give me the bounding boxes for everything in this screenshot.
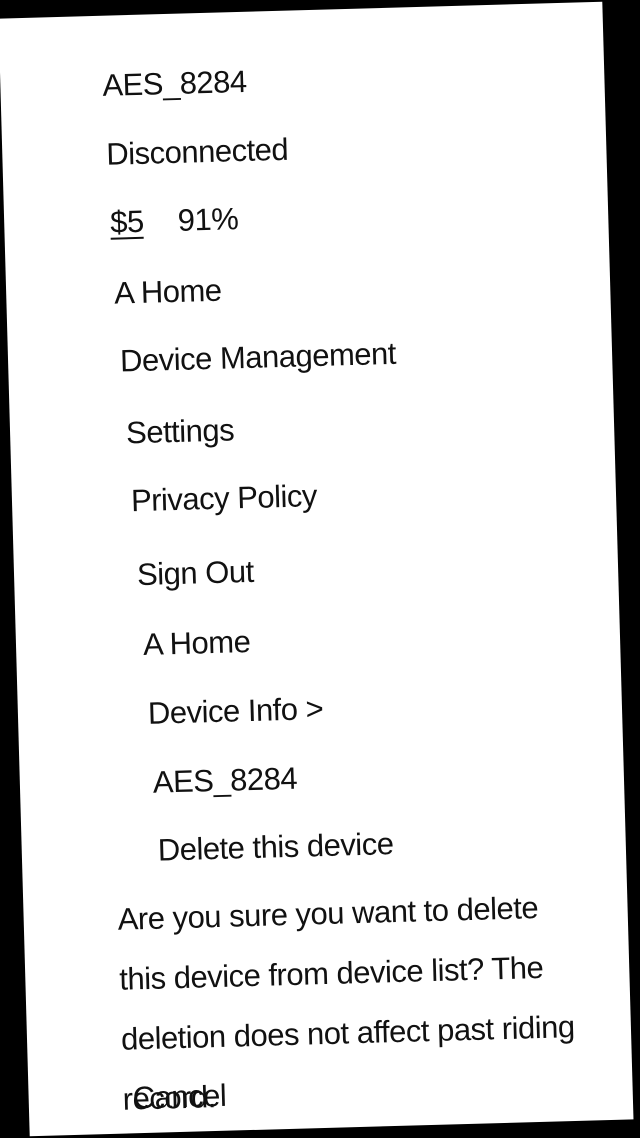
cancel-button[interactable]: Cancel [132, 1078, 226, 1116]
menu-item-home[interactable]: A Home [114, 273, 222, 311]
drawer-device-name: AES_8284 [101, 63, 248, 103]
breadcrumb-device-info[interactable]: Device Info > [147, 691, 323, 731]
device-name: AES_8284 [152, 760, 298, 800]
menu-item-settings[interactable]: Settings [126, 412, 235, 450]
speed-value: $5 [109, 203, 145, 240]
nav-home[interactable]: A Home [143, 624, 251, 662]
battery-value: 91% [177, 201, 239, 238]
app-content: AES_8284 Disconnected $5 91% A Home Devic… [0, 0, 640, 1138]
status-row: $5 91% [109, 201, 239, 240]
menu-item-sign-out[interactable]: Sign Out [137, 554, 255, 592]
delete-device-button[interactable]: Delete this device [157, 826, 394, 868]
menu-item-privacy-policy[interactable]: Privacy Policy [131, 478, 318, 518]
screenshot-frame: AES_8284 Disconnected $5 91% A Home Devic… [0, 0, 640, 1138]
menu-item-device-management[interactable]: Device Management [120, 336, 397, 379]
connection-status: Disconnected [105, 131, 289, 172]
